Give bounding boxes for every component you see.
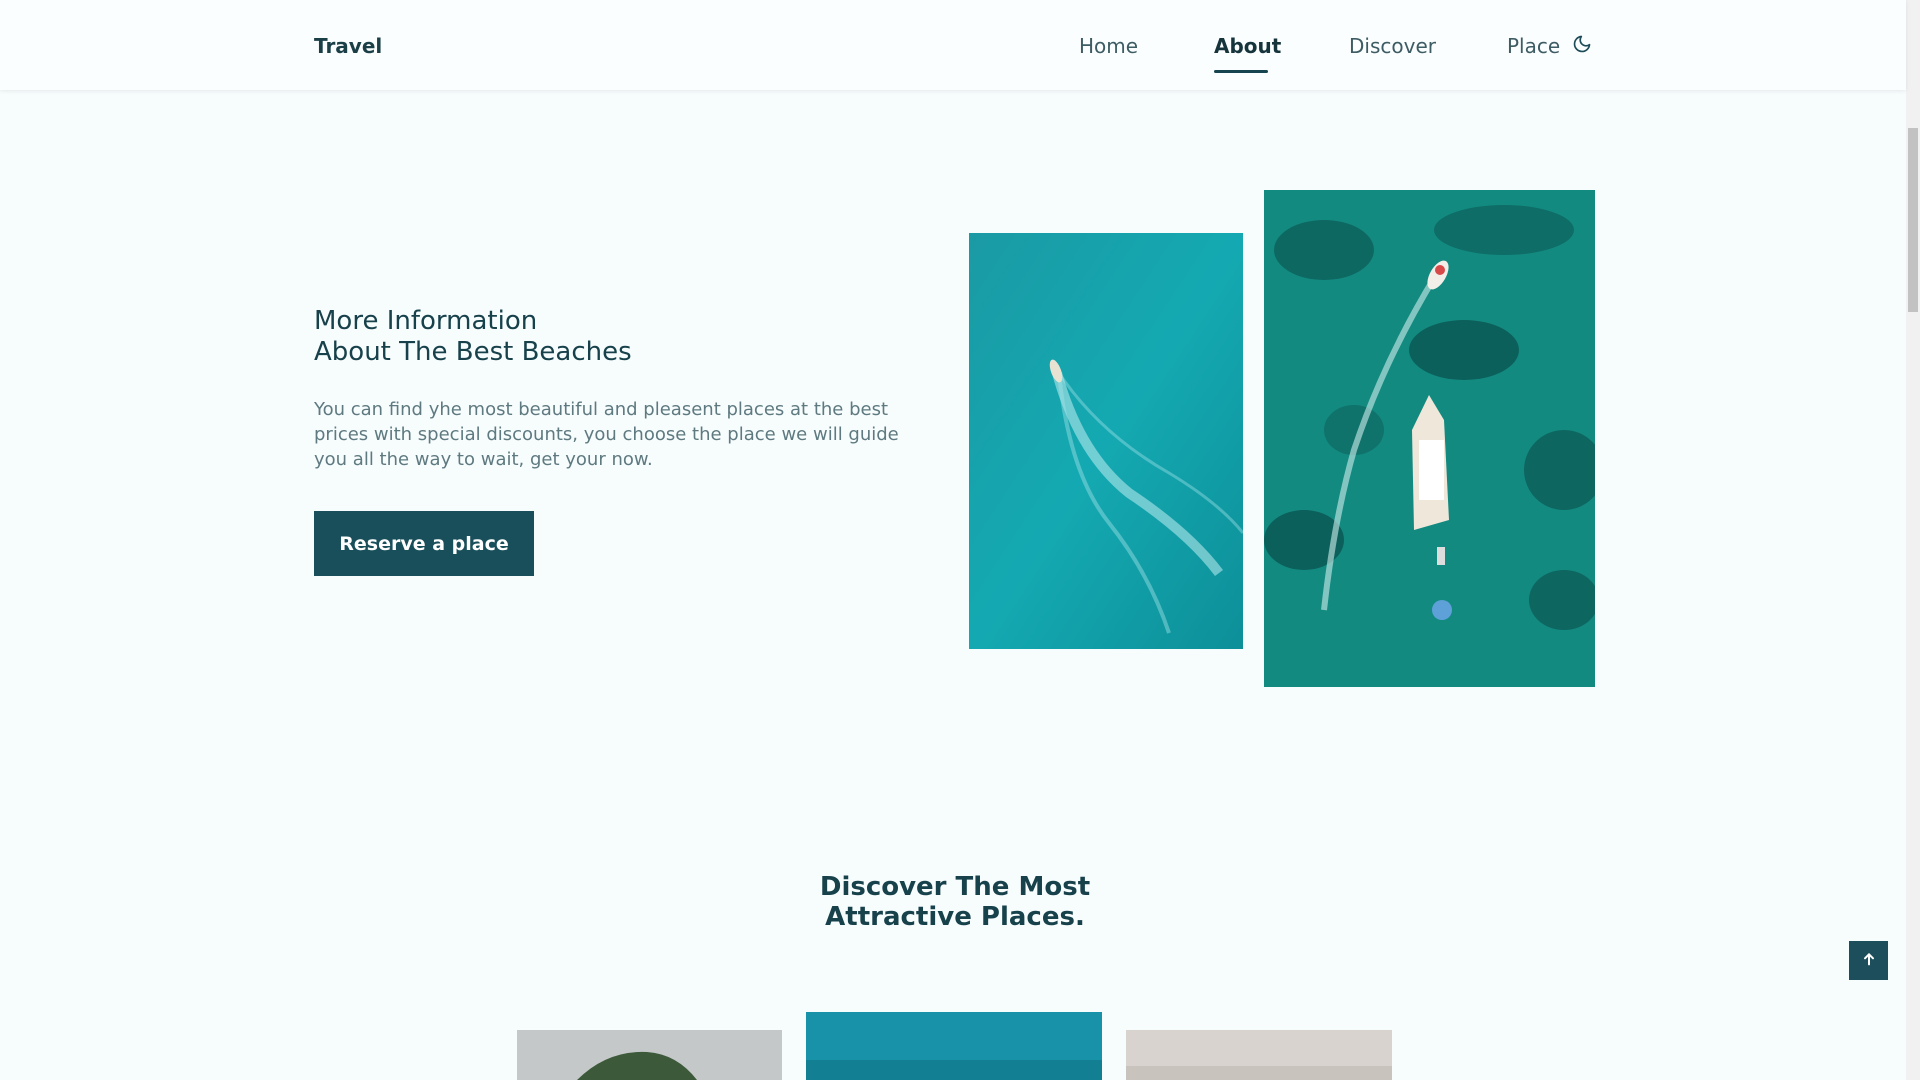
place-card-2[interactable]: [806, 1012, 1102, 1080]
reserve-place-button[interactable]: Reserve a place: [314, 511, 534, 576]
nav-about[interactable]: About: [1214, 34, 1281, 58]
logo[interactable]: Travel: [314, 34, 382, 58]
active-nav-indicator: [1214, 70, 1268, 73]
nav-place[interactable]: Place: [1507, 34, 1560, 58]
arrow-up-icon: [1861, 951, 1877, 971]
discover-title-line1: Discover The Most: [819, 872, 1091, 902]
about-image-yacht: [1264, 190, 1595, 687]
about-title-line1: More Information: [314, 306, 538, 336]
nav-home[interactable]: Home: [1079, 34, 1138, 58]
scrollbar-thumb[interactable]: [1908, 128, 1918, 312]
place-card-3[interactable]: [1126, 1030, 1392, 1080]
nav-discover[interactable]: Discover: [1349, 34, 1436, 58]
discover-title: Discover The Most Attractive Places.: [760, 872, 1150, 932]
scroll-to-top-button[interactable]: [1849, 941, 1888, 980]
about-image-speedboat: [969, 233, 1243, 649]
about-description: You can find yhe most beautiful and plea…: [314, 399, 899, 470]
about-title: More Information About The Best Beaches: [314, 306, 632, 368]
about-title-line2: About The Best Beaches: [314, 337, 632, 367]
place-card-1[interactable]: [517, 1030, 782, 1080]
moon-icon[interactable]: [1572, 34, 1592, 54]
header: Travel Home About Discover Place: [0, 0, 1906, 90]
discover-title-line2: Attractive Places.: [825, 902, 1085, 932]
